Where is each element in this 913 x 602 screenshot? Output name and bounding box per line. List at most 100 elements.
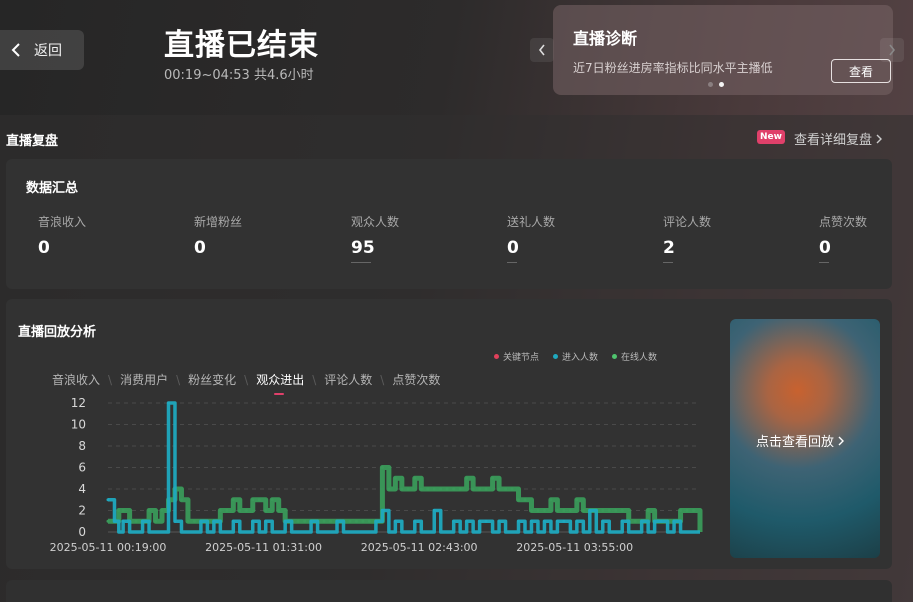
data-point bbox=[646, 509, 650, 512]
tab-sound-wave-income[interactable]: 音浪收入 bbox=[52, 371, 100, 388]
tab-paying-users[interactable]: 消费用户 bbox=[120, 371, 168, 388]
data-point bbox=[283, 519, 287, 523]
tab-separator: \ bbox=[244, 372, 249, 387]
back-label: 返回 bbox=[34, 43, 62, 59]
data-point bbox=[225, 509, 229, 512]
data-point bbox=[685, 509, 689, 512]
data-point bbox=[601, 509, 605, 512]
carousel-dot-active[interactable] bbox=[719, 82, 724, 87]
view-detail-review-link[interactable]: 查看详细复盘 bbox=[794, 129, 883, 148]
tab-separator: \ bbox=[108, 372, 113, 387]
stat-label: 送礼人数 bbox=[507, 215, 556, 229]
x-tick-label: 2025-05-11 00:19:00 bbox=[50, 541, 167, 554]
data-point bbox=[465, 519, 469, 523]
stat-viewers[interactable]: 观众人数 95 bbox=[351, 213, 399, 263]
data-point bbox=[380, 466, 384, 469]
data-point bbox=[400, 487, 404, 491]
data-point bbox=[568, 509, 572, 512]
data-summary-panel: 数据汇总 音浪收入 0 新增粉丝 0 观众人数 95 送礼人数 0 评论人数 2… bbox=[6, 159, 892, 289]
data-point bbox=[374, 519, 378, 523]
diagnosis-title: 直播诊断 bbox=[573, 29, 638, 48]
data-point bbox=[413, 476, 417, 480]
data-point bbox=[478, 487, 482, 491]
new-badge: New bbox=[757, 130, 785, 144]
stat-label: 观众人数 bbox=[351, 215, 400, 229]
data-point bbox=[329, 519, 333, 523]
carousel-prev-button[interactable] bbox=[530, 38, 554, 62]
data-point bbox=[432, 487, 436, 491]
data-point bbox=[439, 487, 443, 491]
data-point bbox=[296, 519, 300, 523]
viewer-flow-chart: 0 2 4 6 8 10 12 2025-05-11 00:19:00 2025-05-11 0… bbox=[50, 396, 703, 554]
data-point bbox=[562, 509, 566, 512]
data-point bbox=[106, 498, 110, 502]
data-point bbox=[121, 509, 125, 512]
stat-new-followers[interactable]: 新增粉丝 0 bbox=[194, 213, 242, 258]
data-point bbox=[562, 519, 566, 523]
data-point bbox=[555, 509, 559, 512]
data-point bbox=[452, 519, 456, 523]
stat-commenters[interactable]: 评论人数 2 bbox=[663, 213, 711, 263]
data-point bbox=[413, 519, 417, 523]
data-point bbox=[264, 519, 268, 523]
tab-commenters[interactable]: 评论人数 bbox=[324, 371, 372, 388]
stat-label: 评论人数 bbox=[663, 215, 712, 229]
data-point bbox=[529, 509, 533, 512]
x-tick-label: 2025-05-11 02:43:00 bbox=[361, 541, 478, 554]
data-point bbox=[458, 487, 462, 491]
data-point bbox=[536, 509, 540, 512]
back-button[interactable]: 返回 bbox=[0, 30, 84, 70]
y-tick-label: 8 bbox=[78, 439, 86, 453]
legend-label: 在线人数 bbox=[621, 353, 658, 363]
stat-label: 点赞次数 bbox=[819, 215, 868, 229]
data-point bbox=[212, 519, 216, 523]
data-point bbox=[542, 519, 546, 523]
data-point bbox=[303, 519, 307, 523]
data-point bbox=[517, 498, 521, 502]
tab-separator: \ bbox=[312, 372, 317, 387]
data-point bbox=[106, 519, 110, 523]
data-point bbox=[244, 509, 248, 512]
data-point bbox=[542, 509, 546, 512]
data-point bbox=[620, 519, 624, 523]
tab-follower-change[interactable]: 粉丝变化 bbox=[188, 371, 236, 388]
tab-viewer-flow[interactable]: 观众进出 bbox=[256, 371, 304, 395]
data-point bbox=[640, 519, 644, 523]
data-point bbox=[335, 519, 339, 523]
live-duration: 00:19~04:53 共4.6小时 bbox=[164, 68, 314, 83]
y-tick-label: 12 bbox=[71, 396, 86, 410]
legend-label: 关键节点 bbox=[503, 353, 540, 363]
data-point bbox=[238, 509, 242, 512]
data-point bbox=[614, 509, 618, 512]
review-section-title: 直播复盘 bbox=[6, 134, 59, 149]
data-point bbox=[367, 519, 371, 523]
data-point bbox=[134, 519, 138, 523]
view-diagnosis-button[interactable]: 查看 bbox=[831, 59, 891, 83]
data-point bbox=[549, 498, 553, 502]
carousel-dot[interactable] bbox=[708, 82, 713, 87]
data-point bbox=[406, 487, 410, 491]
data-point bbox=[251, 498, 255, 502]
data-point bbox=[478, 519, 482, 523]
stat-sound-wave-income[interactable]: 音浪收入 0 bbox=[38, 213, 86, 258]
carousel-next-button[interactable] bbox=[880, 38, 904, 62]
stat-likes[interactable]: 点赞次数 0 bbox=[819, 213, 867, 263]
data-point bbox=[380, 509, 384, 512]
stat-gift-senders[interactable]: 送礼人数 0 bbox=[507, 213, 555, 263]
data-point bbox=[361, 519, 365, 523]
tab-likes[interactable]: 点赞次数 bbox=[392, 371, 440, 388]
y-tick-label: 4 bbox=[78, 482, 86, 496]
legend-online: 在线人数 bbox=[612, 350, 657, 363]
data-point bbox=[575, 519, 579, 523]
data-point bbox=[601, 519, 605, 523]
chart-legend: 关键节点 进入人数 在线人数 bbox=[494, 350, 657, 363]
data-point bbox=[523, 498, 527, 502]
replay-video-card[interactable]: 点击查看回放 bbox=[730, 319, 880, 558]
stat-label: 新增粉丝 bbox=[194, 215, 243, 229]
data-point bbox=[173, 519, 177, 523]
data-point bbox=[218, 509, 222, 512]
diagnosis-description: 近7日粉丝进房率指标比同水平主播低 bbox=[573, 61, 773, 75]
view-replay-link[interactable]: 点击查看回放 bbox=[756, 431, 845, 450]
data-point bbox=[575, 498, 579, 502]
data-point bbox=[309, 519, 313, 523]
